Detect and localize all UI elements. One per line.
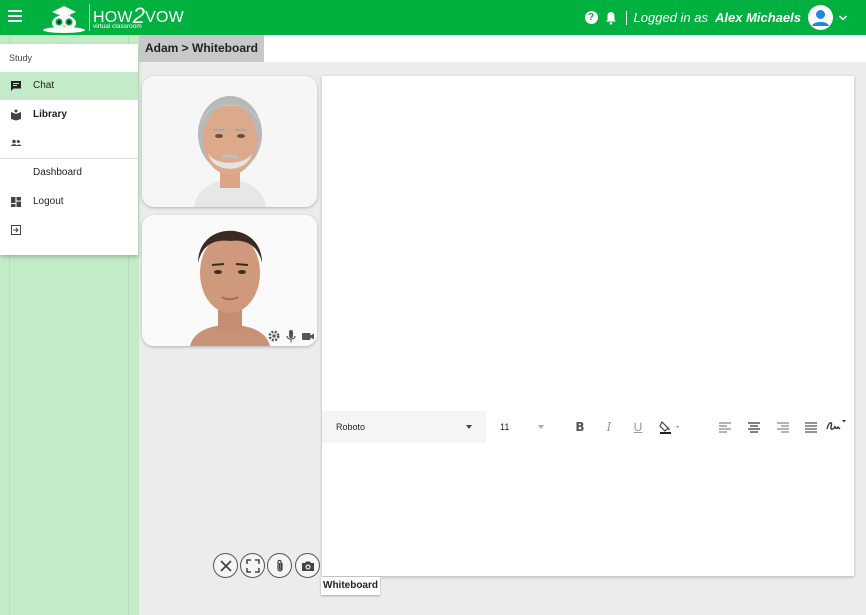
video-tile-participant[interactable] [142, 76, 317, 207]
signature-icon[interactable] [826, 417, 848, 431]
bold-icon[interactable]: B [573, 420, 587, 434]
attach-icon [277, 559, 283, 572]
top-bar: HOW2VOW virtual classroom ? Logged in as… [0, 0, 866, 35]
logout-icon [11, 225, 21, 235]
camera-icon [302, 561, 314, 571]
fill-color-icon[interactable] [659, 420, 685, 434]
end-call-button[interactable] [213, 553, 238, 578]
people-icon [11, 139, 22, 146]
logo-two: 2 [132, 3, 146, 29]
font-size-select[interactable]: 11 [490, 411, 552, 443]
sidebar-item-exit[interactable] [0, 216, 138, 244]
video-camera-icon[interactable] [301, 329, 315, 343]
sidebar-item-label: Logout [33, 196, 64, 207]
logo: HOW2VOW virtual classroom [42, 2, 184, 33]
underline-icon[interactable]: U [631, 420, 645, 434]
italic-icon[interactable]: I [602, 420, 616, 434]
user-name: Alex Michaels [715, 10, 801, 25]
font-family-value: Roboto [336, 422, 366, 432]
hamburger-menu-icon[interactable] [8, 10, 22, 24]
sidebar-item-label: Chat [33, 80, 55, 91]
font-family-select[interactable]: Roboto [322, 411, 486, 443]
avatar[interactable] [808, 5, 833, 30]
sidebar-item-label: Library [33, 109, 67, 120]
sidebar-item-dashboard[interactable]: Dashboard [0, 159, 138, 187]
tab-whiteboard[interactable]: Whiteboard [321, 577, 380, 595]
sidebar-item-logout[interactable]: Logout [0, 188, 138, 216]
justify-icon[interactable] [804, 420, 818, 434]
participant-video-image [142, 76, 317, 207]
sidebar-menu: Study Chat Library Dashboard Logout [0, 44, 138, 255]
font-size-value: 11 [500, 422, 510, 432]
microphone-icon[interactable] [284, 329, 298, 343]
owl-logo-icon [43, 6, 85, 33]
settings-icon[interactable] [267, 329, 281, 343]
close-icon [220, 560, 232, 572]
self-video-image [142, 215, 317, 346]
bell-icon[interactable] [605, 11, 617, 25]
fullscreen-button[interactable] [240, 553, 265, 578]
sidebar-item-chat[interactable]: Chat [0, 72, 138, 100]
fullscreen-icon [246, 559, 260, 573]
align-right-icon[interactable] [776, 420, 790, 434]
chevron-down-icon[interactable] [838, 13, 848, 23]
help-icon[interactable]: ? [584, 11, 598, 24]
library-icon [11, 109, 21, 121]
screenshot-button[interactable] [295, 553, 320, 578]
logo-vow: VOW [145, 9, 184, 27]
text-toolbar: Roboto 11 B I U [322, 411, 854, 443]
attach-button[interactable] [267, 553, 292, 578]
align-center-icon[interactable] [747, 420, 761, 434]
logged-in-label: Logged in as [633, 10, 708, 25]
chat-icon [11, 81, 21, 91]
video-tile-self[interactable] [142, 215, 317, 346]
sidebar-item-library[interactable]: Library [0, 101, 138, 129]
align-left-icon[interactable] [718, 420, 732, 434]
whiteboard-canvas[interactable]: Roboto 11 B I U [322, 76, 854, 576]
sidebar-item-label: Dashboard [33, 167, 82, 178]
user-avatar-icon [812, 10, 829, 26]
dropdown-caret-icon [466, 425, 472, 429]
sidebar-title: Study [9, 53, 33, 63]
dropdown-caret-icon [538, 425, 544, 429]
breadcrumb[interactable]: Adam > Whiteboard [139, 35, 265, 62]
header-separator [625, 10, 627, 25]
sidebar-item-people[interactable] [0, 129, 138, 157]
dashboard-icon [11, 197, 21, 207]
